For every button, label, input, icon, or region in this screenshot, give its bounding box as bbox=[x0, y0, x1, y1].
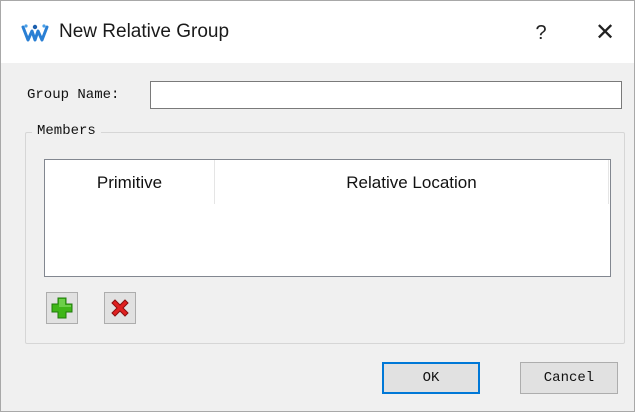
group-name-input[interactable] bbox=[150, 81, 622, 109]
close-icon: ✕ bbox=[594, 19, 616, 46]
help-button[interactable]: ? bbox=[521, 15, 561, 51]
dialog-title: New Relative Group bbox=[59, 21, 230, 42]
green-plus-icon bbox=[51, 297, 73, 319]
group-name-label: Group Name: bbox=[27, 87, 120, 103]
members-table[interactable]: Primitive Relative Location bbox=[44, 159, 611, 277]
remove-member-button[interactable] bbox=[104, 292, 136, 324]
column-header-primitive[interactable]: Primitive bbox=[45, 160, 215, 204]
new-relative-group-dialog: New Relative Group ? ✕ Group Name: Membe… bbox=[0, 0, 635, 412]
members-legend: Members bbox=[32, 123, 101, 139]
members-table-header: Primitive Relative Location bbox=[45, 160, 610, 206]
ok-button[interactable]: OK bbox=[382, 362, 480, 394]
title-bar: New Relative Group ? ✕ bbox=[1, 1, 634, 63]
close-button[interactable]: ✕ bbox=[583, 15, 627, 51]
cancel-button[interactable]: Cancel bbox=[520, 362, 618, 394]
red-x-icon bbox=[111, 299, 129, 317]
app-logo-icon bbox=[21, 23, 49, 45]
column-header-relative-location[interactable]: Relative Location bbox=[215, 160, 609, 204]
add-member-button[interactable] bbox=[46, 292, 78, 324]
